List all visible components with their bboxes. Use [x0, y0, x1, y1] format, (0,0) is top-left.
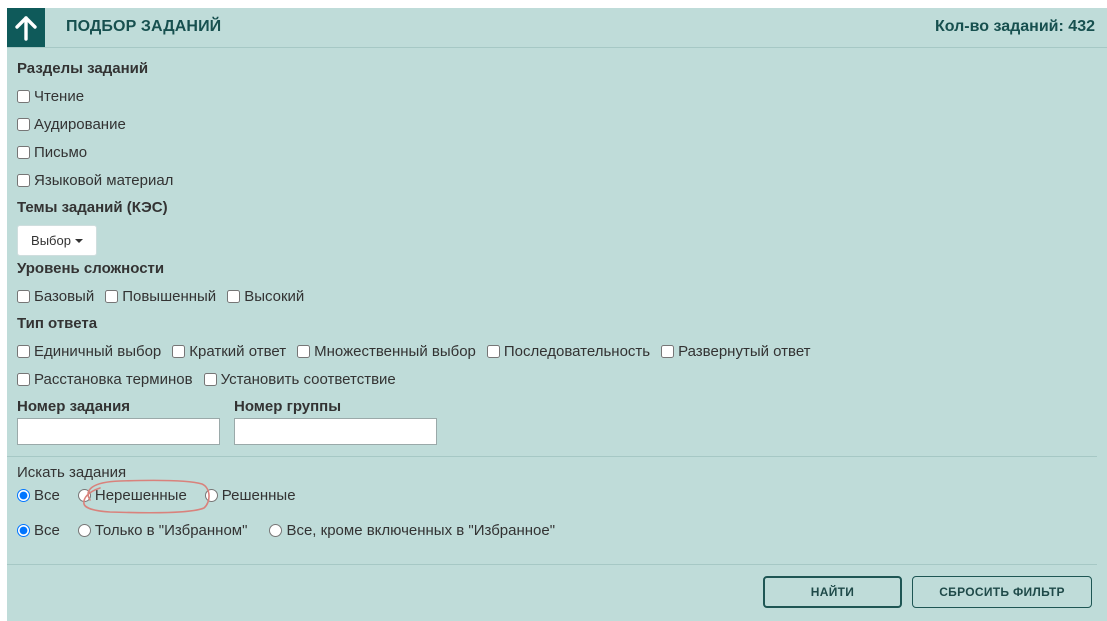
- favorites-option-label: Все: [34, 522, 60, 539]
- section-option-label: Письмо: [34, 144, 88, 161]
- panel-header: ПОДБОР ЗАДАНИЙ Кол-во заданий: 432: [7, 8, 1107, 48]
- answer-type-option[interactable]: Множественный выбор: [297, 343, 476, 360]
- difficulty-checkbox[interactable]: [227, 290, 241, 303]
- search-heading-text: Искать задания: [17, 464, 127, 481]
- section-checkbox[interactable]: [17, 146, 30, 159]
- answer-type-option-label: Единичный выбор: [34, 343, 162, 360]
- favorites-option-label: Все, кроме включенных в "Избранное": [286, 522, 556, 539]
- answer-type-heading: Тип ответа: [17, 315, 98, 332]
- answer-type-checkbox[interactable]: [172, 345, 186, 358]
- difficulty-option-label: Базовый: [34, 288, 95, 305]
- sections-heading: Разделы заданий: [17, 60, 149, 77]
- answer-type-option-label: Расстановка терминов: [34, 371, 193, 388]
- status-option-unsolved[interactable]: Нерешенные: [77, 487, 187, 504]
- answer-type-option[interactable]: Расстановка терминов: [17, 371, 193, 388]
- favorites-option-label: Только в "Избранном": [94, 522, 248, 539]
- section-checkbox[interactable]: [17, 118, 30, 131]
- answer-type-checkbox[interactable]: [17, 373, 30, 386]
- divider: [7, 564, 1097, 565]
- section-option-label: Языковой материал: [34, 172, 174, 189]
- status-radio[interactable]: [204, 489, 218, 502]
- answer-type-option[interactable]: Развернутый ответ: [661, 343, 811, 360]
- find-button[interactable]: НАЙТИ: [763, 576, 902, 608]
- group-number-label: Номер группы: [234, 398, 342, 415]
- scroll-up-button[interactable]: [7, 8, 45, 47]
- status-options: Все Нерешенные Решенные: [17, 487, 307, 504]
- answer-type-option-label: Краткий ответ: [189, 343, 287, 360]
- task-count-value: 432: [1068, 18, 1095, 35]
- answer-type-option[interactable]: Единичный выбор: [17, 343, 161, 360]
- answer-type-option[interactable]: Краткий ответ: [172, 343, 286, 360]
- favorites-radio[interactable]: [77, 524, 91, 537]
- answer-type-option[interactable]: Установить соответствие: [203, 371, 396, 388]
- answer-type-options-row2: Расстановка терминов Установить соответс…: [17, 371, 407, 388]
- status-option-all[interactable]: Все: [17, 487, 60, 504]
- answer-type-checkbox[interactable]: [297, 345, 311, 358]
- favorites-options: Все Только в "Избранном" Все, кроме вклю…: [17, 522, 566, 539]
- favorites-option-only[interactable]: Только в "Избранном": [77, 522, 248, 539]
- answer-type-checkbox[interactable]: [486, 345, 500, 358]
- answer-type-options-row1: Единичный выбор Краткий ответ Множествен…: [17, 343, 822, 360]
- answer-type-option-label: Развернутый ответ: [678, 343, 811, 360]
- difficulty-option[interactable]: Базовый: [17, 288, 94, 305]
- section-option[interactable]: Письмо: [17, 144, 87, 161]
- search-heading: Искать задания: [17, 464, 126, 481]
- status-radio[interactable]: [17, 489, 30, 502]
- favorites-radio[interactable]: [17, 524, 30, 537]
- status-option-label: Решенные: [221, 487, 296, 504]
- task-number-input[interactable]: [17, 418, 220, 445]
- difficulty-checkbox[interactable]: [105, 290, 119, 303]
- section-checkbox[interactable]: [17, 90, 30, 103]
- page-title: ПОДБОР ЗАДАНИЙ: [66, 18, 222, 35]
- status-option-label: Нерешенные: [94, 487, 187, 504]
- difficulty-option[interactable]: Высокий: [227, 288, 304, 305]
- status-option-solved[interactable]: Решенные: [204, 487, 296, 504]
- section-option-label: Чтение: [34, 88, 85, 105]
- task-count-label: Кол-во заданий:: [935, 18, 1064, 35]
- answer-type-option[interactable]: Последовательность: [486, 343, 651, 360]
- status-radio[interactable]: [77, 489, 91, 502]
- answer-type-option-label: Установить соответствие: [220, 371, 396, 388]
- section-option[interactable]: Чтение: [17, 88, 84, 105]
- difficulty-checkbox[interactable]: [17, 290, 30, 303]
- answer-type-checkbox[interactable]: [17, 345, 30, 358]
- answer-type-checkbox[interactable]: [203, 373, 217, 386]
- status-option-label: Все: [34, 487, 60, 504]
- topics-select-label: Выбор: [31, 233, 71, 248]
- section-option[interactable]: Аудирование: [17, 116, 126, 133]
- section-option-label: Аудирование: [34, 116, 126, 133]
- filter-panel: ПОДБОР ЗАДАНИЙ Кол-во заданий: 432 Разде…: [7, 8, 1107, 621]
- task-count: Кол-во заданий: 432: [935, 18, 1095, 36]
- topics-heading: Темы заданий (КЭС): [17, 199, 168, 216]
- answer-type-option-label: Множественный выбор: [314, 343, 476, 360]
- reset-filter-button[interactable]: СБРОСИТЬ ФИЛЬТР: [912, 576, 1092, 608]
- section-option[interactable]: Языковой материал: [17, 172, 173, 189]
- caret-down-icon: [74, 238, 83, 243]
- difficulty-option-label: Высокий: [244, 288, 305, 305]
- favorites-option-all[interactable]: Все: [17, 522, 60, 539]
- topics-select-button[interactable]: Выбор: [17, 225, 97, 256]
- answer-type-option-label: Последовательность: [503, 343, 651, 360]
- divider: [7, 456, 1097, 457]
- section-checkbox[interactable]: [17, 174, 30, 187]
- arrow-up-icon: [15, 15, 37, 41]
- answer-type-checkbox[interactable]: [661, 345, 675, 358]
- difficulty-options: Базовый Повышенный Высокий: [17, 288, 315, 305]
- difficulty-option[interactable]: Повышенный: [105, 288, 216, 305]
- favorites-option-except[interactable]: Все, кроме включенных в "Избранное": [269, 522, 555, 539]
- difficulty-heading: Уровень сложности: [17, 260, 165, 277]
- group-number-input[interactable]: [234, 418, 437, 445]
- favorites-radio[interactable]: [269, 524, 283, 537]
- task-number-label: Номер задания: [17, 398, 131, 415]
- difficulty-option-label: Повышенный: [122, 288, 217, 305]
